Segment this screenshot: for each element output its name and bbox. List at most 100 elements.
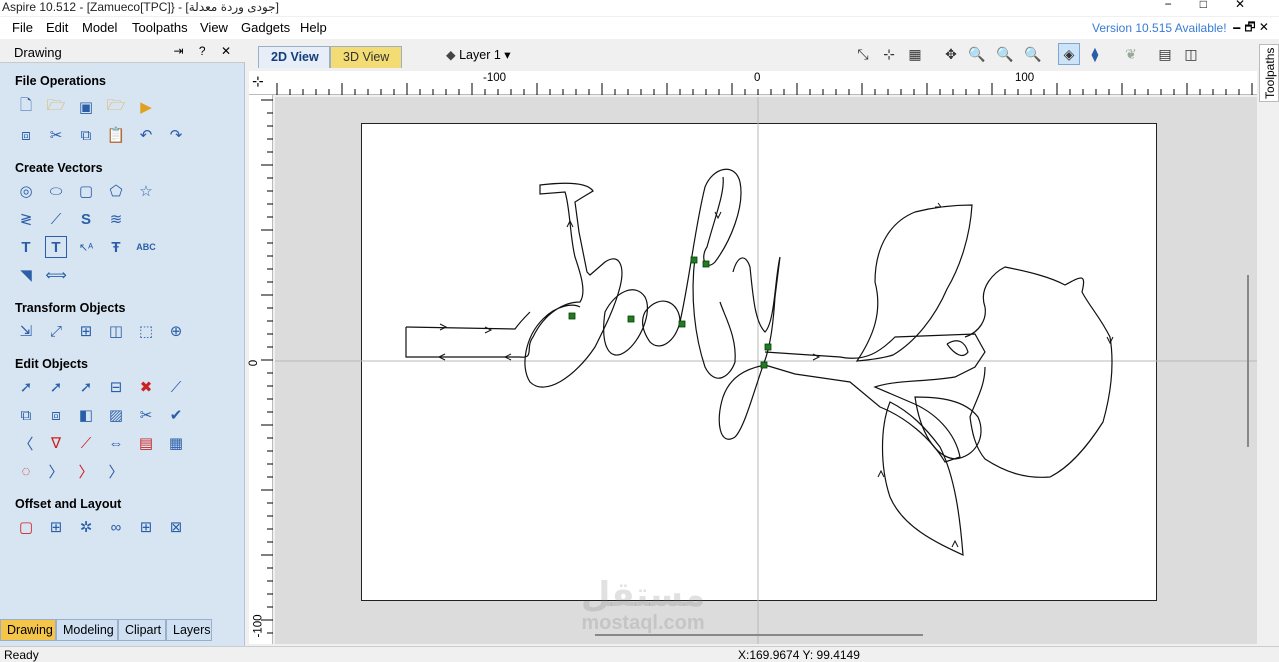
toolpaths-side-tab[interactable]: Toolpaths: [1259, 44, 1279, 102]
text-icon[interactable]: T: [15, 236, 37, 258]
vector-node[interactable]: [760, 361, 768, 369]
open-file-icon[interactable]: 🗁: [45, 96, 67, 118]
vector-j-stroke[interactable]: [405, 182, 623, 388]
menu-edit[interactable]: Edit: [46, 20, 68, 35]
tab-layers[interactable]: Layers: [166, 619, 212, 641]
text-arc-icon[interactable]: ABC: [135, 236, 157, 258]
close-vector-icon[interactable]: ⟋: [75, 432, 97, 454]
ellipse-icon[interactable]: ⬭: [45, 180, 67, 202]
vector-letter-o[interactable]: [603, 289, 649, 356]
pan-icon[interactable]: ✥: [940, 43, 962, 65]
show-toolpaths-icon[interactable]: ⧫: [1084, 43, 1106, 65]
measure-icon[interactable]: ⟋: [165, 376, 187, 398]
weld-icon[interactable]: ⧉: [15, 404, 37, 426]
minimize-icon[interactable]: −: [1165, 0, 1200, 11]
menu-file[interactable]: File: [12, 20, 33, 35]
curve-fit-icon[interactable]: ⇔: [105, 432, 127, 454]
trim-icon[interactable]: ✂: [135, 404, 157, 426]
distort-icon[interactable]: ⬚: [135, 320, 157, 342]
layout-split-icon[interactable]: ◫: [1180, 43, 1202, 65]
delete-icon[interactable]: ✖: [135, 376, 157, 398]
group-icon[interactable]: ⊟: [105, 376, 127, 398]
circle-icon[interactable]: ◎: [15, 180, 37, 202]
validate-icon[interactable]: ✔: [165, 404, 187, 426]
menu-view[interactable]: View: [200, 20, 228, 35]
drawing-canvas[interactable]: [275, 97, 1257, 644]
tab-clipart[interactable]: Clipart: [118, 619, 166, 641]
render-icon[interactable]: ❦: [1120, 43, 1142, 65]
maximize-icon[interactable]: □: [1200, 0, 1235, 11]
interactive-select-icon[interactable]: ➚: [75, 376, 97, 398]
step-repeat-icon[interactable]: ⊞: [135, 516, 157, 538]
tab-drawing[interactable]: Drawing: [0, 619, 56, 641]
mdi-window-controls[interactable]: 🗕 🗗 ✕: [1233, 18, 1270, 39]
save-icon[interactable]: ▣: [75, 96, 97, 118]
vector-node[interactable]: [702, 260, 710, 268]
curve-icon[interactable]: ⟋: [45, 208, 67, 230]
tab-3d-view[interactable]: 3D View: [330, 46, 402, 68]
undo-icon[interactable]: ↶: [135, 124, 157, 146]
find-open-vectors-icon[interactable]: ◌: [15, 460, 37, 482]
version-notice-link[interactable]: Version 10.515 Available!: [1092, 21, 1227, 35]
vector-letter-l[interactable]: [692, 256, 736, 379]
menu-help[interactable]: Help: [300, 20, 327, 35]
cut-icon[interactable]: ✂: [45, 124, 67, 146]
select-icon[interactable]: ➚: [15, 376, 37, 398]
bend-text-icon[interactable]: Ŧ: [105, 236, 127, 258]
join-icon[interactable]: ∇: [45, 432, 67, 454]
tab-2d-view[interactable]: 2D View: [258, 46, 330, 68]
rectangle-icon[interactable]: ▢: [75, 180, 97, 202]
wave-icon[interactable]: ≋: [105, 208, 127, 230]
bitmap-icon[interactable]: ▦: [165, 432, 187, 454]
menu-gadgets[interactable]: Gadgets: [241, 20, 290, 35]
copy-icon[interactable]: ⧉: [75, 124, 97, 146]
import-icon[interactable]: 🗁: [105, 96, 127, 118]
star-icon[interactable]: ☆: [135, 180, 157, 202]
subtract-icon[interactable]: ⧈: [45, 404, 67, 426]
ruler-origin-icon[interactable]: ⊹: [252, 73, 264, 90]
zoom-box-icon[interactable]: 🔍: [966, 43, 988, 65]
break-icon[interactable]: 〉: [105, 460, 127, 482]
fillet-icon[interactable]: ▨: [105, 404, 127, 426]
zoom-all-icon[interactable]: 🔍: [994, 43, 1016, 65]
menu-toolpaths[interactable]: Toolpaths: [132, 20, 188, 35]
smart-trim-icon[interactable]: ▤: [135, 432, 157, 454]
vector-leaf-right[interactable]: [914, 396, 982, 460]
layout-single-icon[interactable]: ▤: [1154, 43, 1176, 65]
circular-array-icon[interactable]: ✲: [75, 516, 97, 538]
array-copy-icon[interactable]: ⊞: [45, 516, 67, 538]
mirror-icon[interactable]: ◫: [105, 320, 127, 342]
offset-icon[interactable]: ▢: [15, 516, 37, 538]
vector-j-inner[interactable]: [405, 311, 531, 330]
auto-layout-text-icon[interactable]: T: [45, 236, 67, 258]
paste-icon[interactable]: 📋: [105, 124, 127, 146]
guides-icon[interactable]: ⊹: [878, 43, 900, 65]
nesting-icon[interactable]: ⊠: [165, 516, 187, 538]
vector-rose-inner[interactable]: [946, 340, 969, 357]
import-bitmap-icon[interactable]: ▶: [135, 96, 157, 118]
scale-icon[interactable]: ⤢: [45, 320, 67, 342]
extend-icon[interactable]: 〈: [15, 432, 37, 454]
panel-controls[interactable]: ⇥ ? ✕: [174, 44, 237, 58]
redo-icon[interactable]: ↷: [165, 124, 187, 146]
intersect-icon[interactable]: ◧: [75, 404, 97, 426]
show-vectors-icon[interactable]: ◈: [1058, 43, 1080, 65]
vector-node[interactable]: [764, 343, 772, 351]
move-icon[interactable]: ⇲: [15, 320, 37, 342]
grid-icon[interactable]: ▦: [904, 43, 926, 65]
job-setup-icon[interactable]: ⧈: [15, 124, 37, 146]
vector-leaf-lower[interactable]: [881, 401, 964, 556]
new-file-icon[interactable]: 🗋: [15, 96, 37, 118]
dimension-icon[interactable]: ⟺: [45, 264, 67, 286]
tab-modeling[interactable]: Modeling: [56, 619, 118, 641]
vector-leaf-upper[interactable]: [855, 204, 973, 362]
text-on-curve-icon[interactable]: ↖ᴬ: [75, 236, 97, 258]
cut-point-icon[interactable]: 〉: [45, 460, 67, 482]
window-controls[interactable]: −□✕: [1165, 0, 1273, 11]
zoom-selected-icon[interactable]: 🔍: [1022, 43, 1044, 65]
vector-rose-stem[interactable]: [764, 333, 986, 463]
copy-along-vector-icon[interactable]: ∞: [105, 516, 127, 538]
close-icon[interactable]: ✕: [1235, 0, 1273, 11]
trace-bitmap-icon[interactable]: ◥: [15, 264, 37, 286]
polyline-icon[interactable]: ≷: [15, 208, 37, 230]
